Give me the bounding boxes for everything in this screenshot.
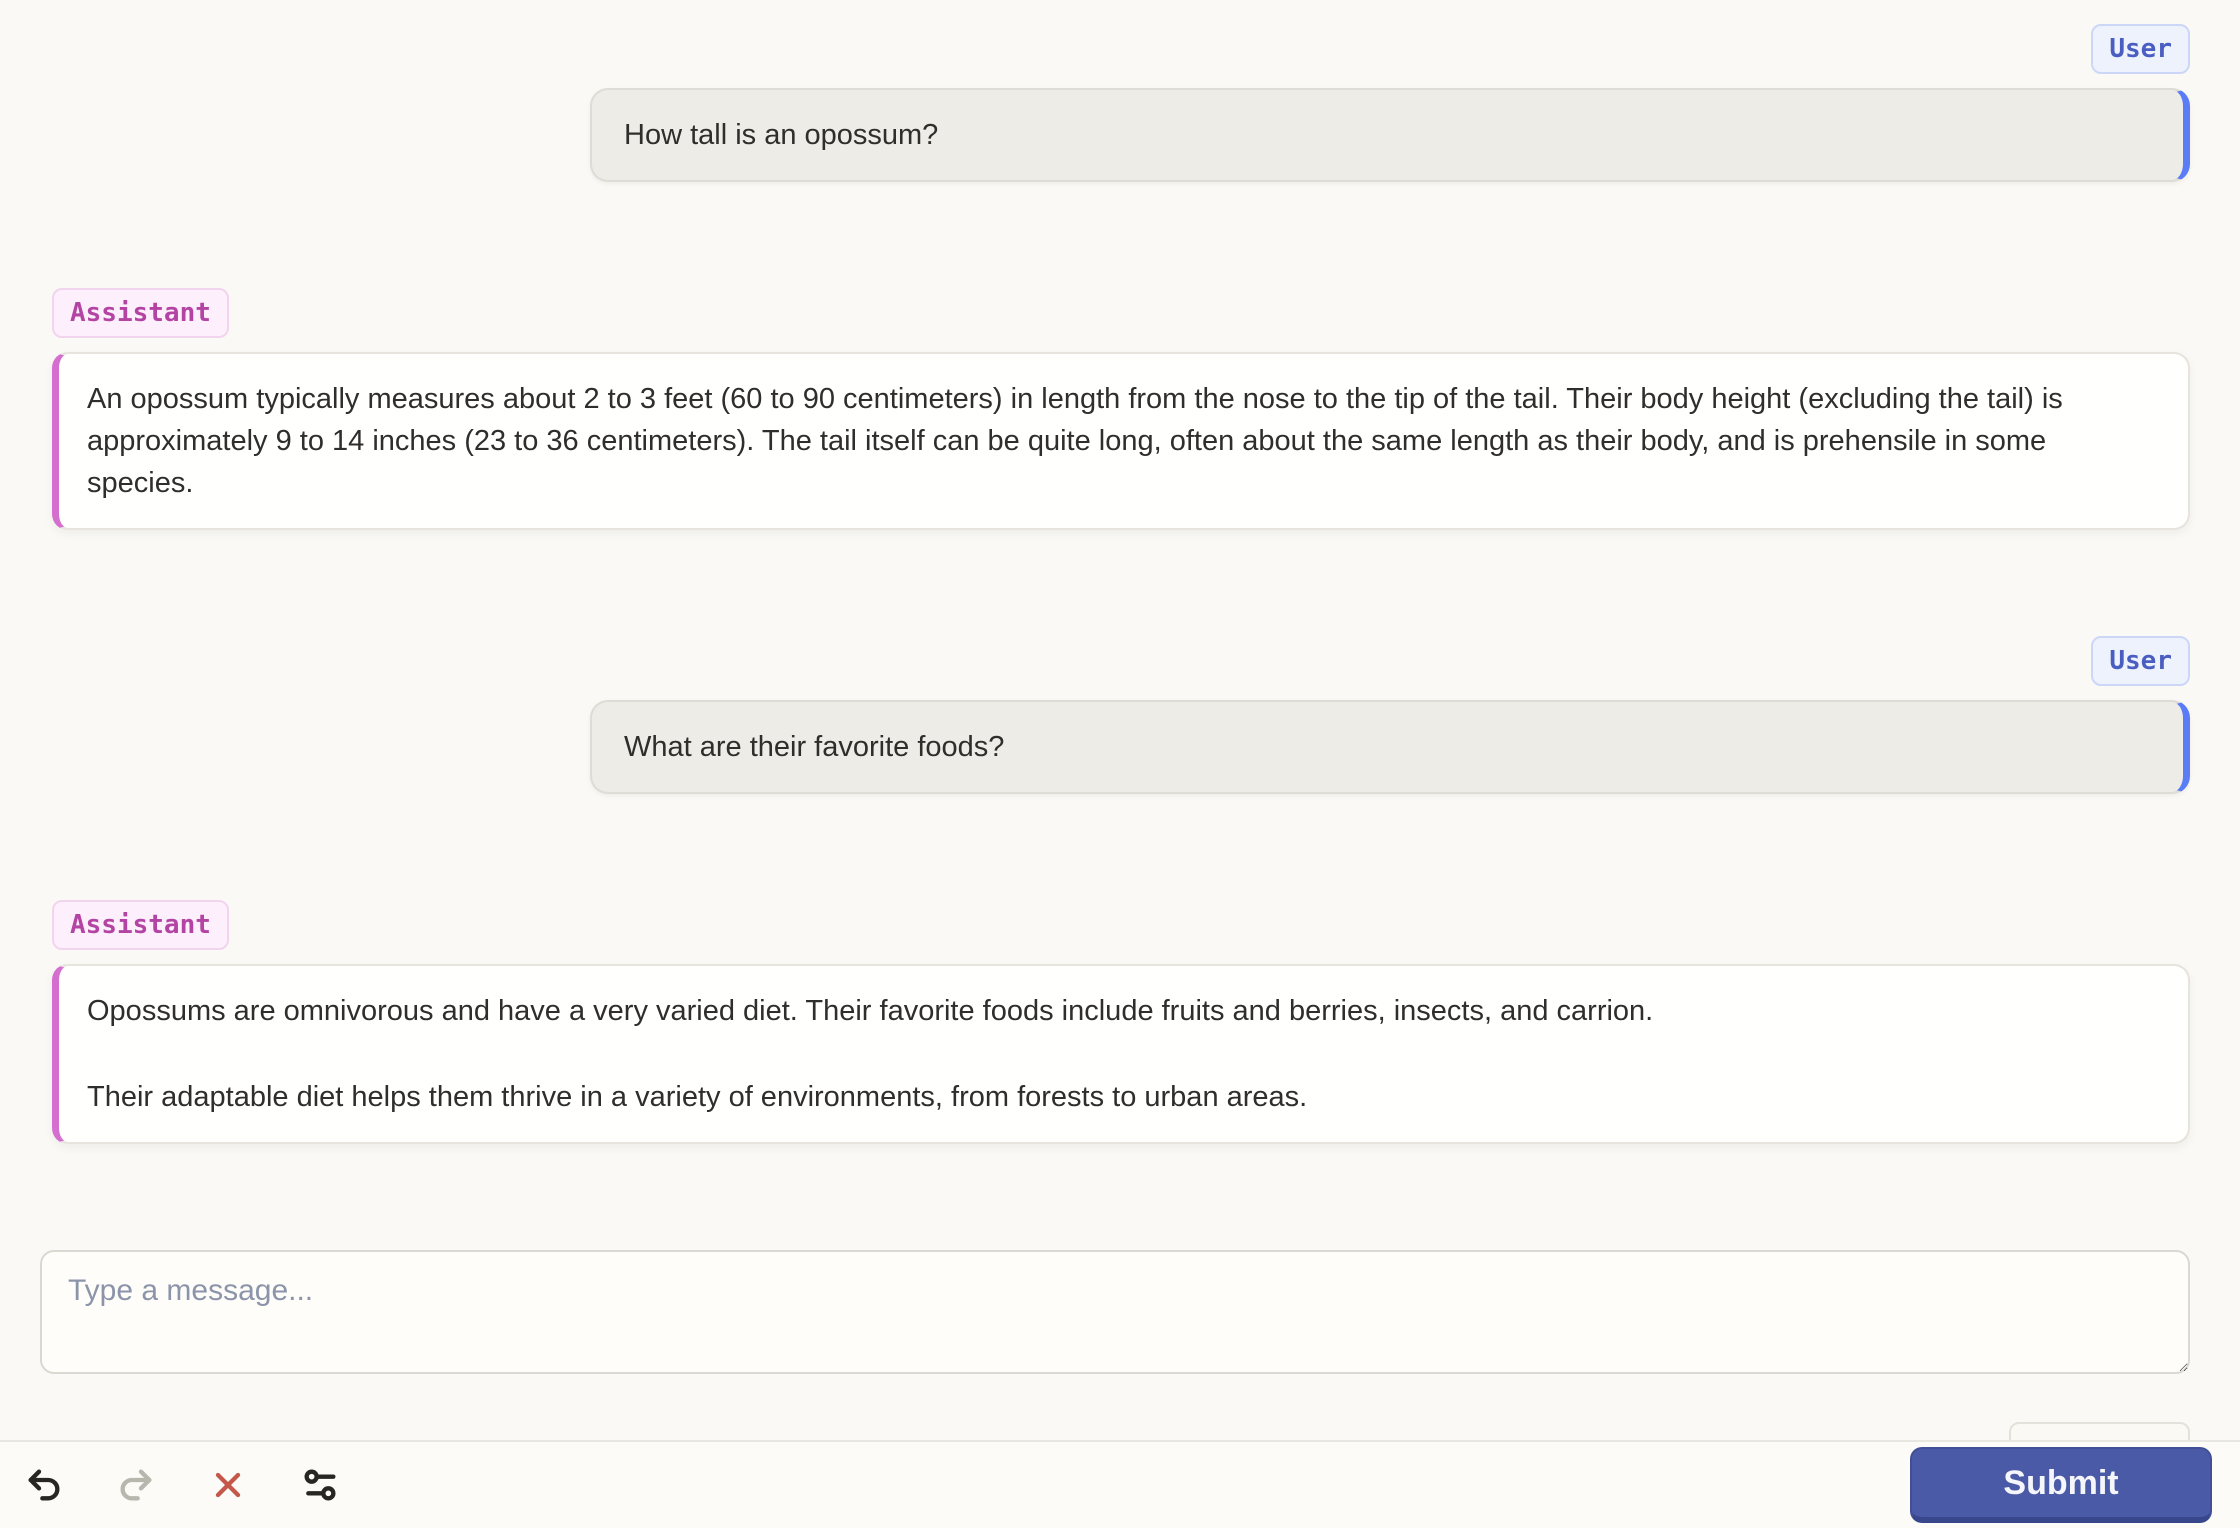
- redo-button[interactable]: [106, 1455, 166, 1515]
- bottom-toolbar: Submit: [0, 1440, 2240, 1528]
- message-text: What are their favorite foods?: [624, 731, 1005, 764]
- undo-icon: [24, 1465, 64, 1505]
- message-text: An opossum typically measures about 2 to…: [87, 383, 2063, 500]
- role-badge-user: User: [2091, 636, 2190, 687]
- message-input[interactable]: [40, 1250, 2190, 1375]
- message-user-1: User How tall is an opossum?: [52, 24, 2190, 183]
- redo-icon: [116, 1465, 156, 1505]
- message-assistant-2: Assistant Opossums are omnivorous and ha…: [52, 900, 2190, 1145]
- clear-button[interactable]: [198, 1455, 258, 1515]
- assistant-message-bubble: An opossum typically measures about 2 to…: [52, 352, 2190, 531]
- message-text: Opossums are omnivorous and have a very …: [87, 995, 1654, 1028]
- user-message-bubble: How tall is an opossum?: [590, 88, 2190, 183]
- message-text: Their adaptable diet helps them thrive i…: [87, 1081, 1308, 1114]
- message-text: How tall is an opossum?: [624, 119, 939, 151]
- role-badge-assistant: Assistant: [52, 900, 229, 951]
- role-badge-assistant: Assistant: [52, 288, 229, 339]
- submit-button[interactable]: Submit: [1910, 1447, 2212, 1523]
- assistant-message-bubble: Opossums are omnivorous and have a very …: [52, 964, 2190, 1145]
- sliders-icon: [300, 1465, 340, 1505]
- close-icon: [208, 1465, 248, 1505]
- chat-transcript: User How tall is an opossum? Assistant A…: [0, 0, 2240, 1505]
- message-assistant-1: Assistant An opossum typically measures …: [52, 288, 2190, 531]
- undo-button[interactable]: [14, 1455, 74, 1515]
- message-user-2: User What are their favorite foods?: [52, 636, 2190, 795]
- role-badge-user: User: [2091, 24, 2190, 74]
- settings-button[interactable]: [290, 1455, 350, 1515]
- user-message-bubble: What are their favorite foods?: [590, 700, 2190, 795]
